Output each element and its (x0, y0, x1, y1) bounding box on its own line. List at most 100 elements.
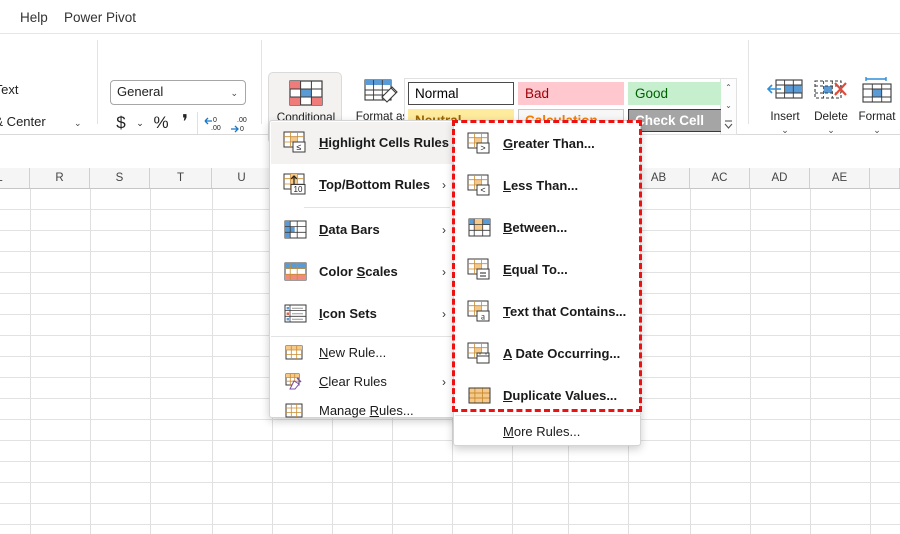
text-contains-icon: a (467, 300, 493, 324)
group-divider (97, 40, 98, 124)
cell-style-normal[interactable]: Normal (408, 82, 514, 105)
cell-style-check-cell[interactable]: Check Cell (628, 109, 734, 132)
menu-item-highlight-cells-rules[interactable]: ≤ Highlight Cells Rules › (271, 122, 457, 164)
submenu-item-text-that-contains[interactable]: a Text that Contains... (455, 291, 641, 333)
excel-window: Help Power Pivot p Text rge & Center ⌄ G… (0, 0, 900, 534)
menu-divider (304, 207, 450, 208)
cell-style-good[interactable]: Good (628, 82, 734, 105)
menu-item-clear-rules[interactable]: Clear Rules › (271, 367, 457, 396)
column-header-u[interactable]: U (212, 168, 272, 188)
svg-text:0: 0 (213, 117, 217, 124)
gridline (0, 503, 900, 504)
tab-power-pivot[interactable]: Power Pivot (57, 6, 143, 30)
gridline (0, 482, 900, 483)
menu-label: Clear Rules (319, 374, 387, 389)
menu-label: Highlight Cells Rules (319, 135, 449, 150)
column-header-s[interactable]: S (90, 168, 150, 188)
icon-sets-icon (283, 302, 309, 326)
column-header-r[interactable]: R (30, 168, 90, 188)
comma-style-button[interactable]: ❜ (175, 110, 195, 136)
submenu-label: Between... (503, 220, 567, 235)
submenu-item-more-rules[interactable]: More Rules... (455, 417, 641, 447)
gallery-scrollbar[interactable]: ⌃ ⌄ (721, 78, 737, 135)
gallery-scroll-down-icon[interactable]: ⌄ (721, 97, 736, 115)
svg-text:10: 10 (294, 185, 303, 194)
svg-text:>: > (480, 143, 485, 153)
menu-label: Icon Sets (319, 306, 377, 321)
submenu-item-greater-than[interactable]: > Greater Than... (455, 123, 641, 165)
ribbon-tab-bar: Help Power Pivot (0, 0, 900, 34)
column-header-ae[interactable]: AE (810, 168, 870, 188)
insert-icon (767, 78, 803, 104)
menu-label: Top/Bottom Rules (319, 177, 430, 192)
gallery-scroll-up-icon[interactable]: ⌃ (721, 79, 736, 97)
format-icon (859, 76, 895, 104)
tab-help[interactable]: Help (13, 6, 55, 30)
cell-style-bad[interactable]: Bad (518, 82, 624, 105)
svg-text:a: a (481, 312, 485, 322)
highlight-cells-rules-submenu: > Greater Than... < Less Than... (453, 120, 641, 446)
submenu-label: More Rules... (503, 424, 580, 439)
submenu-item-a-date-occurring[interactable]: A Date Occurring... (455, 333, 641, 375)
chevron-down-icon: ⌄ (230, 88, 238, 99)
submenu-label: A Date Occurring... (503, 346, 620, 361)
date-occurring-icon (467, 342, 493, 366)
increase-decimal-button[interactable]: 0 .00 (202, 110, 228, 136)
number-format-dropdown[interactable]: General ⌄ (110, 80, 246, 105)
number-group-divider (197, 112, 198, 134)
delete-label: Delete (806, 110, 856, 123)
accounting-number-format-button[interactable]: $ (110, 110, 132, 136)
menu-item-icon-sets[interactable]: Icon Sets › (271, 293, 457, 335)
chevron-right-icon: › (442, 265, 446, 279)
submenu-label: Less Than... (503, 178, 578, 193)
svg-text:0: 0 (240, 126, 244, 133)
submenu-divider (455, 415, 641, 416)
highlight-cells-rules-icon: ≤ (283, 131, 309, 155)
menu-item-top-bottom-rules[interactable]: 10 Top/Bottom Rules › (271, 164, 457, 206)
manage-rules-icon (285, 402, 303, 419)
svg-text:<: < (480, 185, 485, 195)
chevron-right-icon: › (442, 307, 446, 321)
menu-item-manage-rules[interactable]: Manage Rules... (271, 396, 457, 425)
wrap-text-button[interactable]: p Text (0, 82, 18, 97)
gridline (0, 524, 900, 525)
gridline (0, 440, 900, 441)
data-bars-icon (283, 218, 309, 242)
column-header-ad[interactable]: AD (750, 168, 810, 188)
gridline (0, 461, 900, 462)
column-header-ac[interactable]: AC (690, 168, 750, 188)
color-scales-icon (283, 260, 309, 284)
menu-label: Data Bars (319, 222, 380, 237)
submenu-label: Equal To... (503, 262, 568, 277)
submenu-item-between[interactable]: Between... (455, 207, 641, 249)
column-header-t[interactable]: T (150, 168, 212, 188)
chevron-right-icon: › (442, 178, 446, 192)
less-than-icon: < (467, 174, 493, 198)
accounting-format-chevron-down-icon[interactable]: ⌄ (132, 110, 148, 136)
conditional-formatting-icon (289, 79, 323, 107)
duplicate-values-icon (467, 384, 493, 408)
decrease-decimal-button[interactable]: .00 0 (228, 110, 254, 136)
group-divider (261, 40, 262, 124)
column-header-l[interactable]: L (0, 168, 30, 188)
menu-item-new-rule[interactable]: New Rule... (271, 338, 457, 367)
submenu-item-equal-to[interactable]: Equal To... (455, 249, 641, 291)
format-label: Format (852, 110, 900, 123)
submenu-item-duplicate-values[interactable]: Duplicate Values... (455, 375, 641, 417)
chevron-right-icon: › (442, 223, 446, 237)
menu-item-data-bars[interactable]: Data Bars › (271, 209, 457, 251)
chevron-right-icon: › (442, 375, 446, 389)
group-divider (748, 40, 749, 124)
merge-and-center-button[interactable]: rge & Center (0, 114, 46, 129)
submenu-label: Greater Than... (503, 136, 595, 151)
percent-style-button[interactable]: % (150, 110, 172, 136)
column-header-partial[interactable] (870, 168, 900, 188)
merge-center-chevron-down-icon[interactable]: ⌄ (74, 118, 82, 129)
submenu-item-less-than[interactable]: < Less Than... (455, 165, 641, 207)
submenu-label: Duplicate Values... (503, 388, 617, 403)
between-icon (467, 216, 493, 240)
top-bottom-rules-icon: 10 (283, 173, 309, 197)
gallery-more-icon[interactable] (721, 116, 736, 134)
menu-label: New Rule... (319, 345, 386, 360)
menu-item-color-scales[interactable]: Color Scales › (271, 251, 457, 293)
